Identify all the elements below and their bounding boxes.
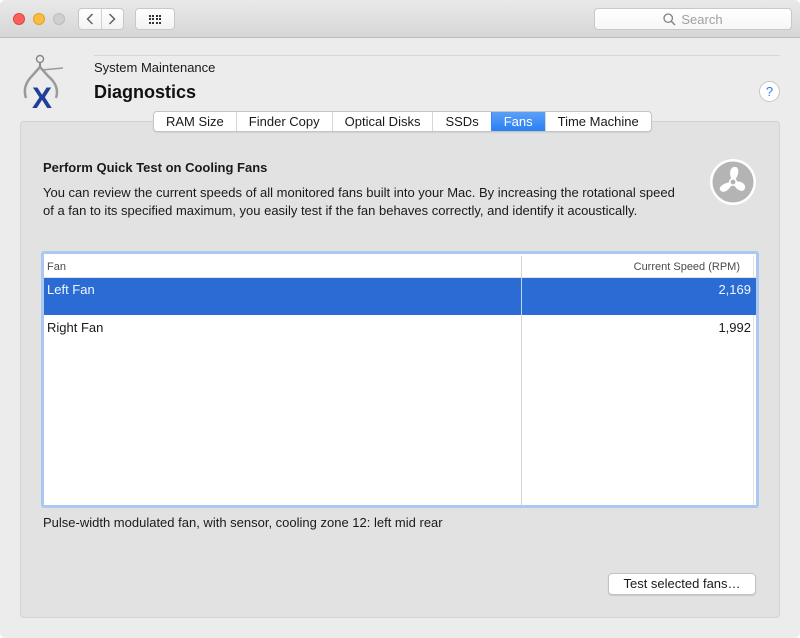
fan-details-text: Pulse-width modulated fan, with sensor, … — [43, 515, 443, 530]
chevron-right-icon — [109, 13, 116, 25]
back-button[interactable] — [79, 9, 101, 29]
show-all-button[interactable] — [135, 8, 175, 30]
minimize-window-button[interactable] — [33, 13, 45, 25]
search-placeholder: Search — [681, 11, 723, 27]
tab-time-machine[interactable]: Time Machine — [544, 112, 651, 131]
svg-text:X: X — [32, 82, 52, 110]
test-selected-fans-button[interactable]: Test selected fans… — [608, 573, 756, 595]
tab-ssds[interactable]: SSDs — [432, 112, 490, 131]
search-icon — [663, 12, 676, 25]
tab-fans[interactable]: Fans — [490, 112, 545, 131]
forward-button[interactable] — [100, 9, 124, 29]
caliper-x-icon: X — [23, 54, 64, 110]
close-window-button[interactable] — [13, 13, 25, 25]
help-icon: ? — [765, 84, 774, 99]
show-all-grid-icon — [148, 14, 162, 24]
chevron-left-icon — [86, 13, 93, 25]
tab-optical-disks[interactable]: Optical Disks — [331, 112, 433, 131]
tab-finder-copy[interactable]: Finder Copy — [235, 112, 332, 131]
section-description: You can review the current speeds of all… — [43, 185, 675, 218]
column-header-speed[interactable]: Current Speed (RPM) — [634, 261, 740, 273]
column-header-fan[interactable]: Fan — [47, 261, 66, 273]
title-bar: Search — [0, 0, 800, 38]
table-header: Fan Current Speed (RPM) — [44, 254, 756, 278]
fan-icon — [710, 159, 756, 205]
fan-name: Right Fan — [47, 320, 104, 335]
section-title: Perform Quick Test on Cooling Fans — [43, 160, 268, 175]
tab-ram-size[interactable]: RAM Size — [154, 112, 236, 131]
help-button[interactable]: ? — [759, 81, 780, 102]
table-row[interactable]: Right Fan 1,992 — [44, 316, 756, 353]
navigation-buttons — [78, 8, 124, 30]
tab-bar: RAM Size Finder Copy Optical Disks SSDs … — [153, 111, 652, 132]
fans-table[interactable]: Fan Current Speed (RPM) Left Fan 2,169 R… — [41, 251, 759, 508]
search-field[interactable]: Search — [594, 8, 792, 30]
table-row[interactable]: Left Fan 2,169 — [44, 278, 756, 315]
cell-divider — [521, 278, 522, 315]
fan-speed: 2,169 — [718, 282, 751, 297]
pane-title: Diagnostics — [94, 82, 197, 102]
zoom-window-button[interactable] — [53, 13, 65, 25]
preferences-window: Search X System Maintenance Diagnostics … — [0, 0, 800, 638]
fan-name: Left Fan — [47, 282, 95, 297]
fan-speed: 1,992 — [718, 320, 751, 335]
pane-subtitle: System Maintenance — [94, 60, 216, 75]
header-divider — [94, 55, 780, 56]
